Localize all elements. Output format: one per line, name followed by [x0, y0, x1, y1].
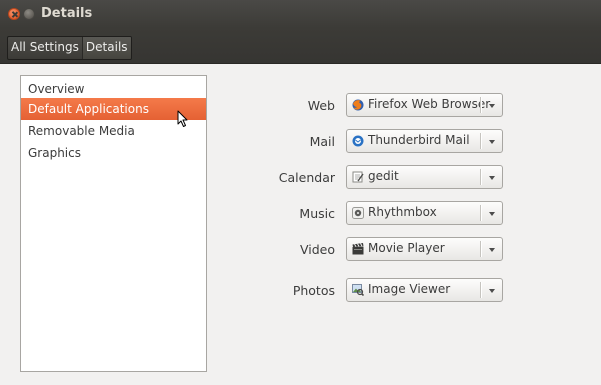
details-window: Details All Settings Details Overview De… — [0, 0, 601, 385]
video-label: Video — [299, 242, 335, 257]
breadcrumb: All Settings Details — [7, 36, 132, 60]
details-breadcrumb-button[interactable]: Details — [81, 37, 131, 59]
sidebar-item-overview[interactable]: Overview — [21, 78, 206, 100]
minimize-window-icon[interactable] — [23, 8, 35, 20]
mail-app-dropdown[interactable]: Thunderbird Mail — [346, 129, 503, 153]
web-label: Web — [307, 98, 335, 113]
chevron-down-icon[interactable] — [489, 289, 495, 293]
title-bar[interactable]: Details — [0, 0, 601, 28]
rhythmbox-icon — [352, 207, 364, 219]
mail-label: Mail — [309, 134, 335, 149]
music-label: Music — [299, 206, 335, 221]
photos-app-value: Image Viewer — [368, 282, 451, 296]
movie-player-icon — [352, 243, 364, 255]
mail-app-value: Thunderbird Mail — [368, 133, 470, 147]
music-app-dropdown[interactable]: Rhythmbox — [346, 201, 503, 225]
close-window-icon[interactable] — [8, 8, 20, 20]
chevron-down-icon[interactable] — [489, 140, 495, 144]
music-app-value: Rhythmbox — [368, 205, 437, 219]
web-app-dropdown[interactable]: Firefox Web Browser — [346, 93, 503, 117]
video-app-value: Movie Player — [368, 241, 445, 255]
calendar-label: Calendar — [278, 170, 335, 185]
breadcrumb-toolbar: All Settings Details — [0, 28, 601, 64]
chevron-down-icon[interactable] — [489, 248, 495, 252]
photos-label: Photos — [292, 283, 335, 298]
video-app-dropdown[interactable]: Movie Player — [346, 237, 503, 261]
dropdown-separator — [480, 97, 482, 113]
photos-app-dropdown[interactable]: Image Viewer — [346, 278, 503, 302]
chevron-down-icon[interactable] — [489, 176, 495, 180]
thunderbird-icon — [352, 135, 364, 147]
dropdown-separator — [480, 133, 482, 149]
mouse-pointer-icon — [177, 110, 188, 127]
chevron-down-icon[interactable] — [489, 104, 495, 108]
dropdown-separator — [480, 241, 482, 257]
dropdown-separator — [480, 205, 482, 221]
gedit-icon — [352, 171, 364, 183]
window-title: Details — [41, 6, 93, 21]
image-viewer-icon — [352, 284, 364, 296]
chevron-down-icon[interactable] — [489, 212, 495, 216]
calendar-app-dropdown[interactable]: gedit — [346, 165, 503, 189]
all-settings-button[interactable]: All Settings — [8, 37, 82, 59]
web-app-value: Firefox Web Browser — [368, 97, 491, 111]
dropdown-separator — [480, 169, 482, 185]
dropdown-separator — [480, 282, 482, 298]
sidebar-item-graphics[interactable]: Graphics — [21, 142, 206, 164]
calendar-app-value: gedit — [368, 169, 399, 183]
firefox-icon — [352, 99, 364, 111]
